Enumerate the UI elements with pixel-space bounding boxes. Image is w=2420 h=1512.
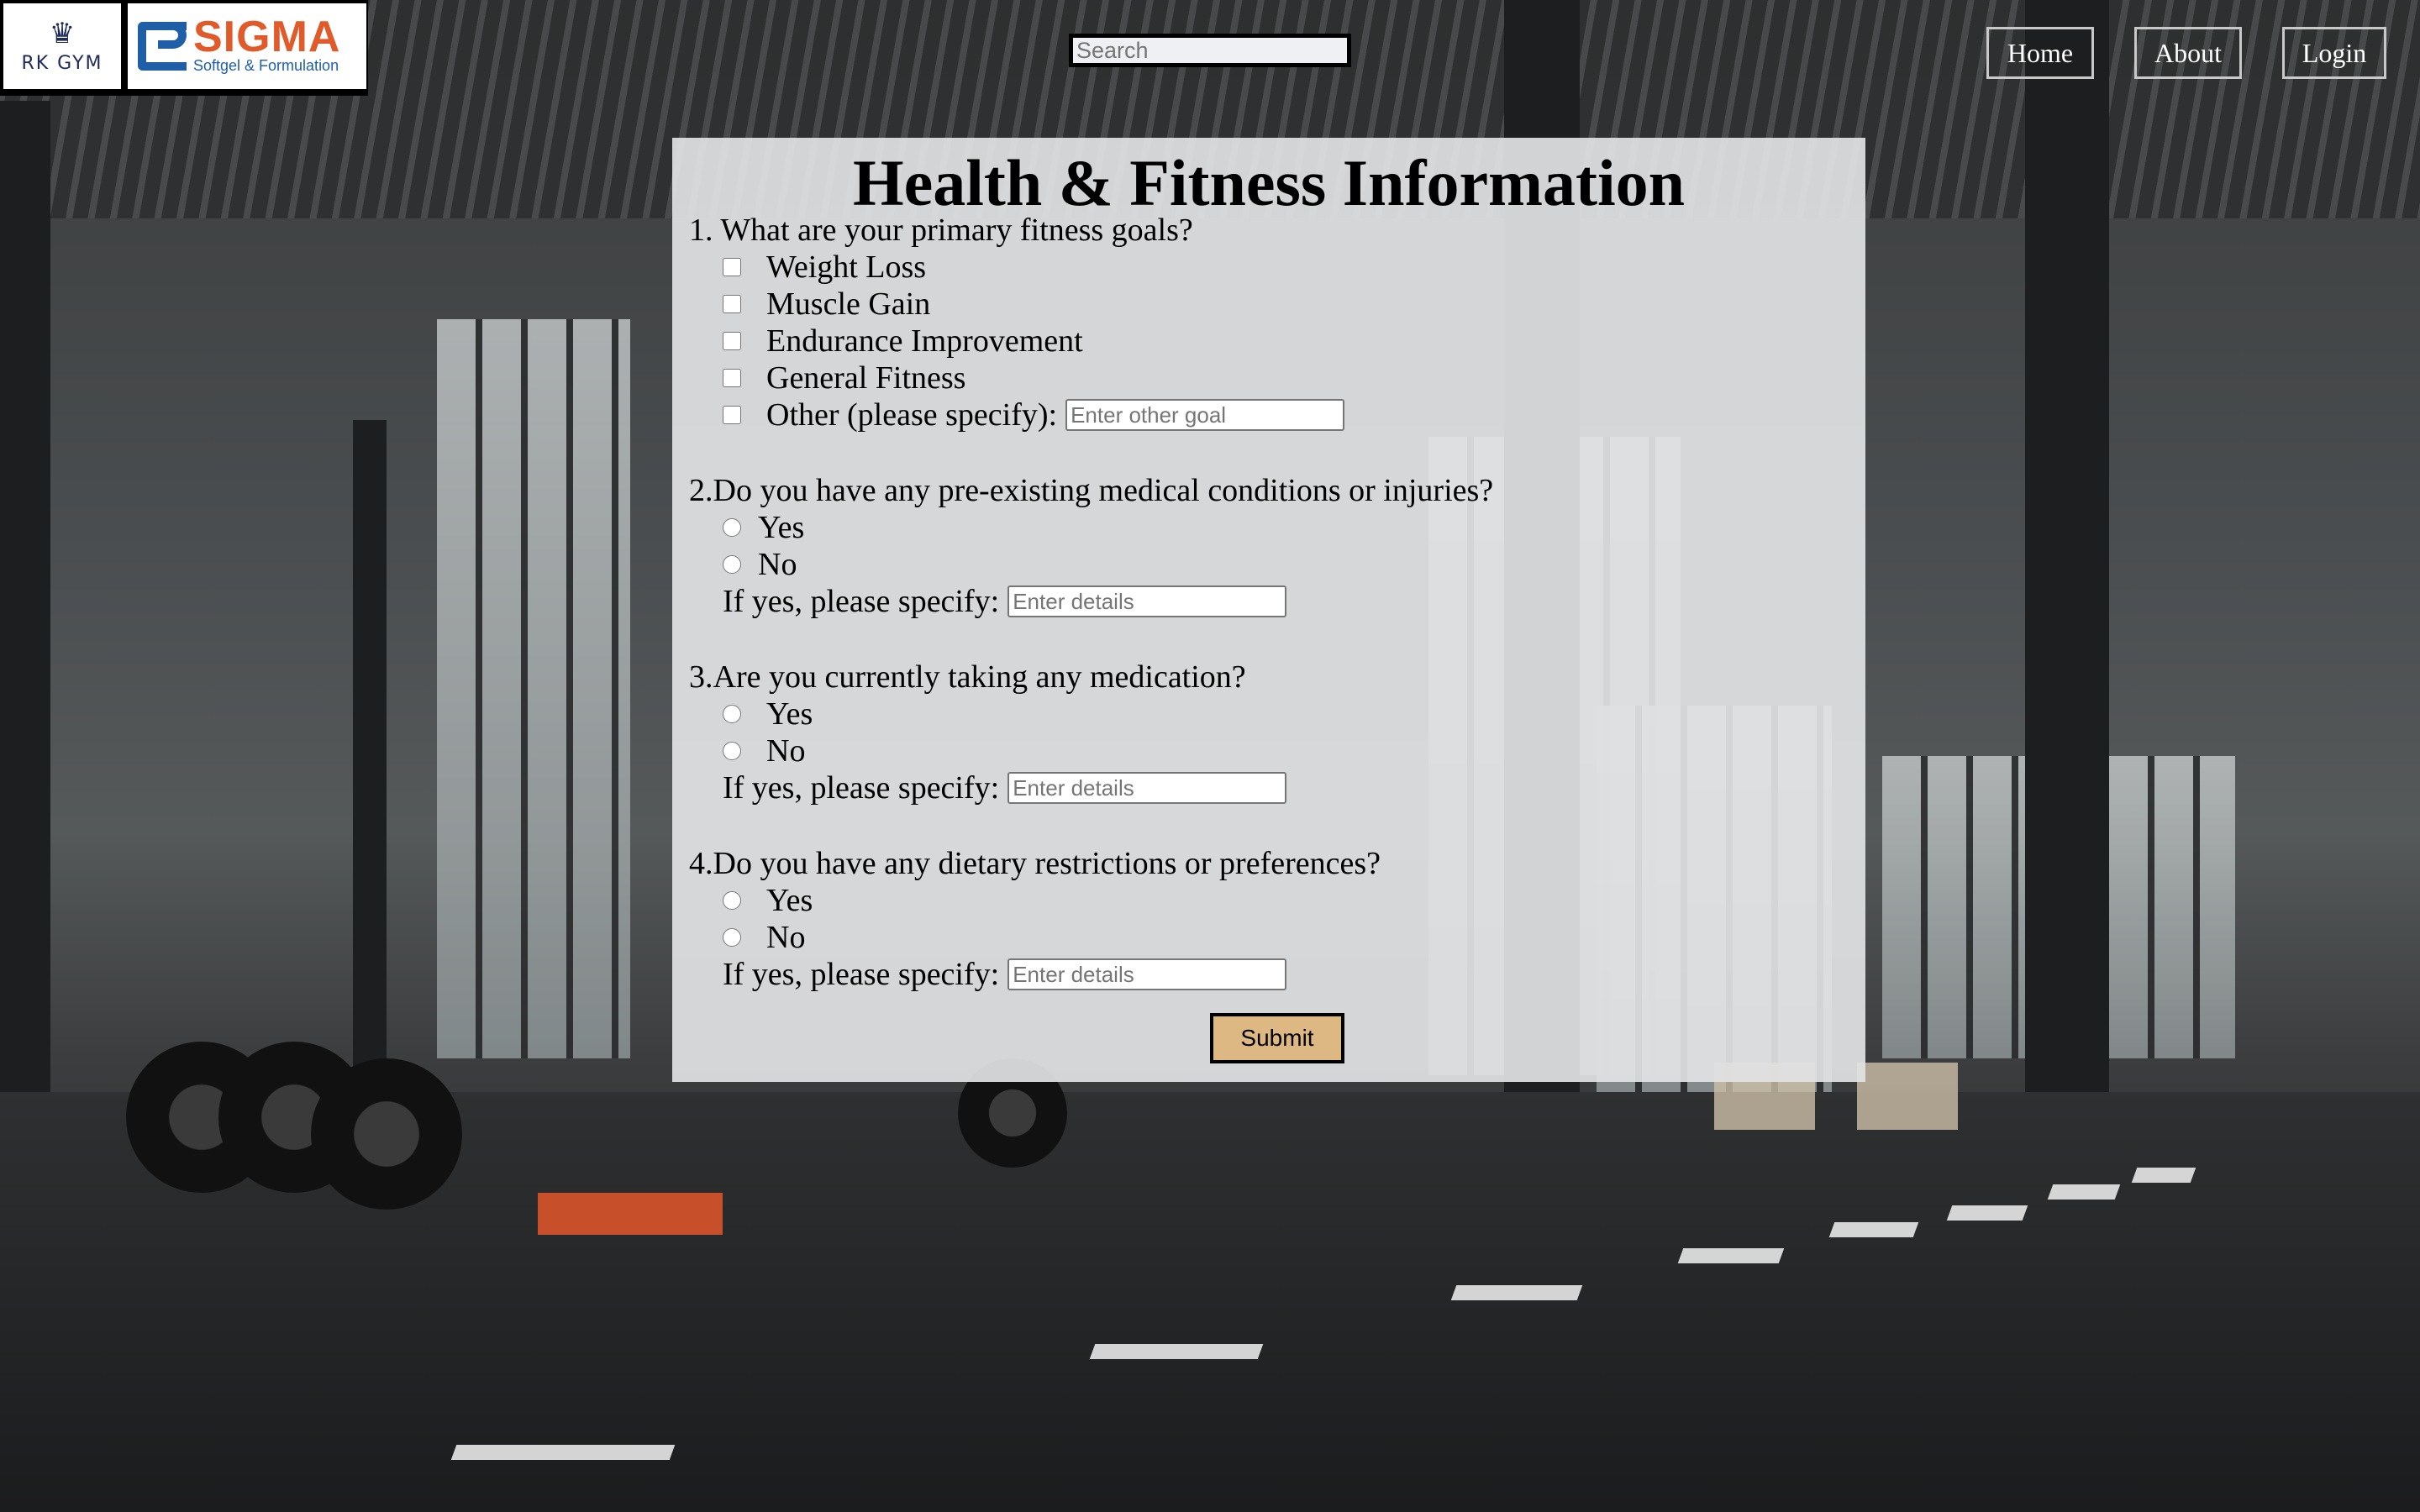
medical-specify-row: If yes, please specify: — [723, 583, 1287, 620]
sigma-tagline: Softgel & Formulation — [193, 57, 339, 74]
medical-yes-radio[interactable] — [723, 518, 741, 537]
specify-label: If yes, please specify: — [723, 584, 1000, 619]
option-label: General Fitness — [766, 360, 966, 396]
muscle-gain-checkbox[interactable] — [723, 295, 741, 313]
dietary-yes-option[interactable]: Yes — [723, 882, 813, 919]
medication-specify-row: If yes, please specify: — [723, 769, 1287, 806]
sigma-name: SIGMA — [193, 13, 341, 61]
option-label: No — [766, 920, 806, 955]
medical-no-option[interactable]: No — [723, 546, 797, 583]
goal-option-general-fitness[interactable]: General Fitness — [723, 360, 965, 396]
nav-about-button[interactable]: About — [2134, 27, 2242, 79]
medical-details-input[interactable] — [1007, 585, 1287, 617]
specify-label: If yes, please specify: — [723, 770, 1000, 806]
question-2-label: 2.Do you have any pre-existing medical c… — [689, 473, 1494, 508]
question-1-label: 1. What are your primary fitness goals? — [689, 213, 1193, 248]
gym-emblem-icon: ♛ — [49, 16, 76, 50]
rk-gym-logo[interactable]: ♛ RK GYM — [3, 3, 121, 89]
goal-option-endurance[interactable]: Endurance Improvement — [723, 323, 1083, 360]
option-label: No — [766, 733, 806, 769]
nav-login-button[interactable]: Login — [2282, 27, 2386, 79]
goal-option-other: Other (please specify): — [723, 396, 1345, 433]
sigma-logo[interactable]: SIGMA Softgel & Formulation — [128, 3, 366, 89]
search-input[interactable] — [1069, 34, 1351, 67]
submit-button[interactable]: Submit — [1210, 1013, 1344, 1063]
option-label: No — [758, 547, 797, 582]
dietary-no-option[interactable]: No — [723, 919, 805, 956]
option-label: Muscle Gain — [766, 286, 931, 322]
gym-logo-text: RK GYM — [21, 52, 103, 74]
general-fitness-checkbox[interactable] — [723, 369, 741, 387]
goal-option-muscle-gain[interactable]: Muscle Gain — [723, 286, 930, 323]
dietary-yes-radio[interactable] — [723, 891, 741, 910]
option-label: Yes — [766, 883, 813, 918]
option-label: Yes — [758, 510, 805, 545]
sigma-mark-icon — [138, 22, 187, 71]
medication-yes-radio[interactable] — [723, 705, 741, 723]
medication-no-radio[interactable] — [723, 742, 741, 760]
nav-home-button[interactable]: Home — [1986, 27, 2094, 79]
dietary-details-input[interactable] — [1007, 958, 1287, 990]
option-label: Endurance Improvement — [766, 323, 1083, 359]
other-goal-checkbox[interactable] — [723, 406, 741, 424]
goal-option-weight-loss[interactable]: Weight Loss — [723, 249, 926, 286]
option-label: Yes — [766, 696, 813, 732]
specify-label: If yes, please specify: — [723, 957, 1000, 992]
question-3-label: 3.Are you currently taking any medicatio… — [689, 659, 1246, 695]
logo-bar: ♛ RK GYM SIGMA Softgel & Formulation — [0, 0, 368, 96]
dietary-no-radio[interactable] — [723, 928, 741, 947]
weight-loss-checkbox[interactable] — [723, 258, 741, 276]
question-4-label: 4.Do you have any dietary restrictions o… — [689, 846, 1381, 881]
medical-no-radio[interactable] — [723, 555, 741, 574]
dietary-specify-row: If yes, please specify: — [723, 956, 1287, 993]
option-label: Weight Loss — [766, 249, 927, 285]
medication-details-input[interactable] — [1007, 772, 1287, 804]
other-goal-input[interactable] — [1065, 399, 1345, 431]
medication-no-option[interactable]: No — [723, 732, 805, 769]
medication-yes-option[interactable]: Yes — [723, 696, 813, 732]
option-label: Other (please specify): — [766, 397, 1058, 433]
medical-yes-option[interactable]: Yes — [723, 509, 804, 546]
health-fitness-form: Health & Fitness Information 1. What are… — [672, 138, 1865, 1082]
endurance-checkbox[interactable] — [723, 332, 741, 350]
